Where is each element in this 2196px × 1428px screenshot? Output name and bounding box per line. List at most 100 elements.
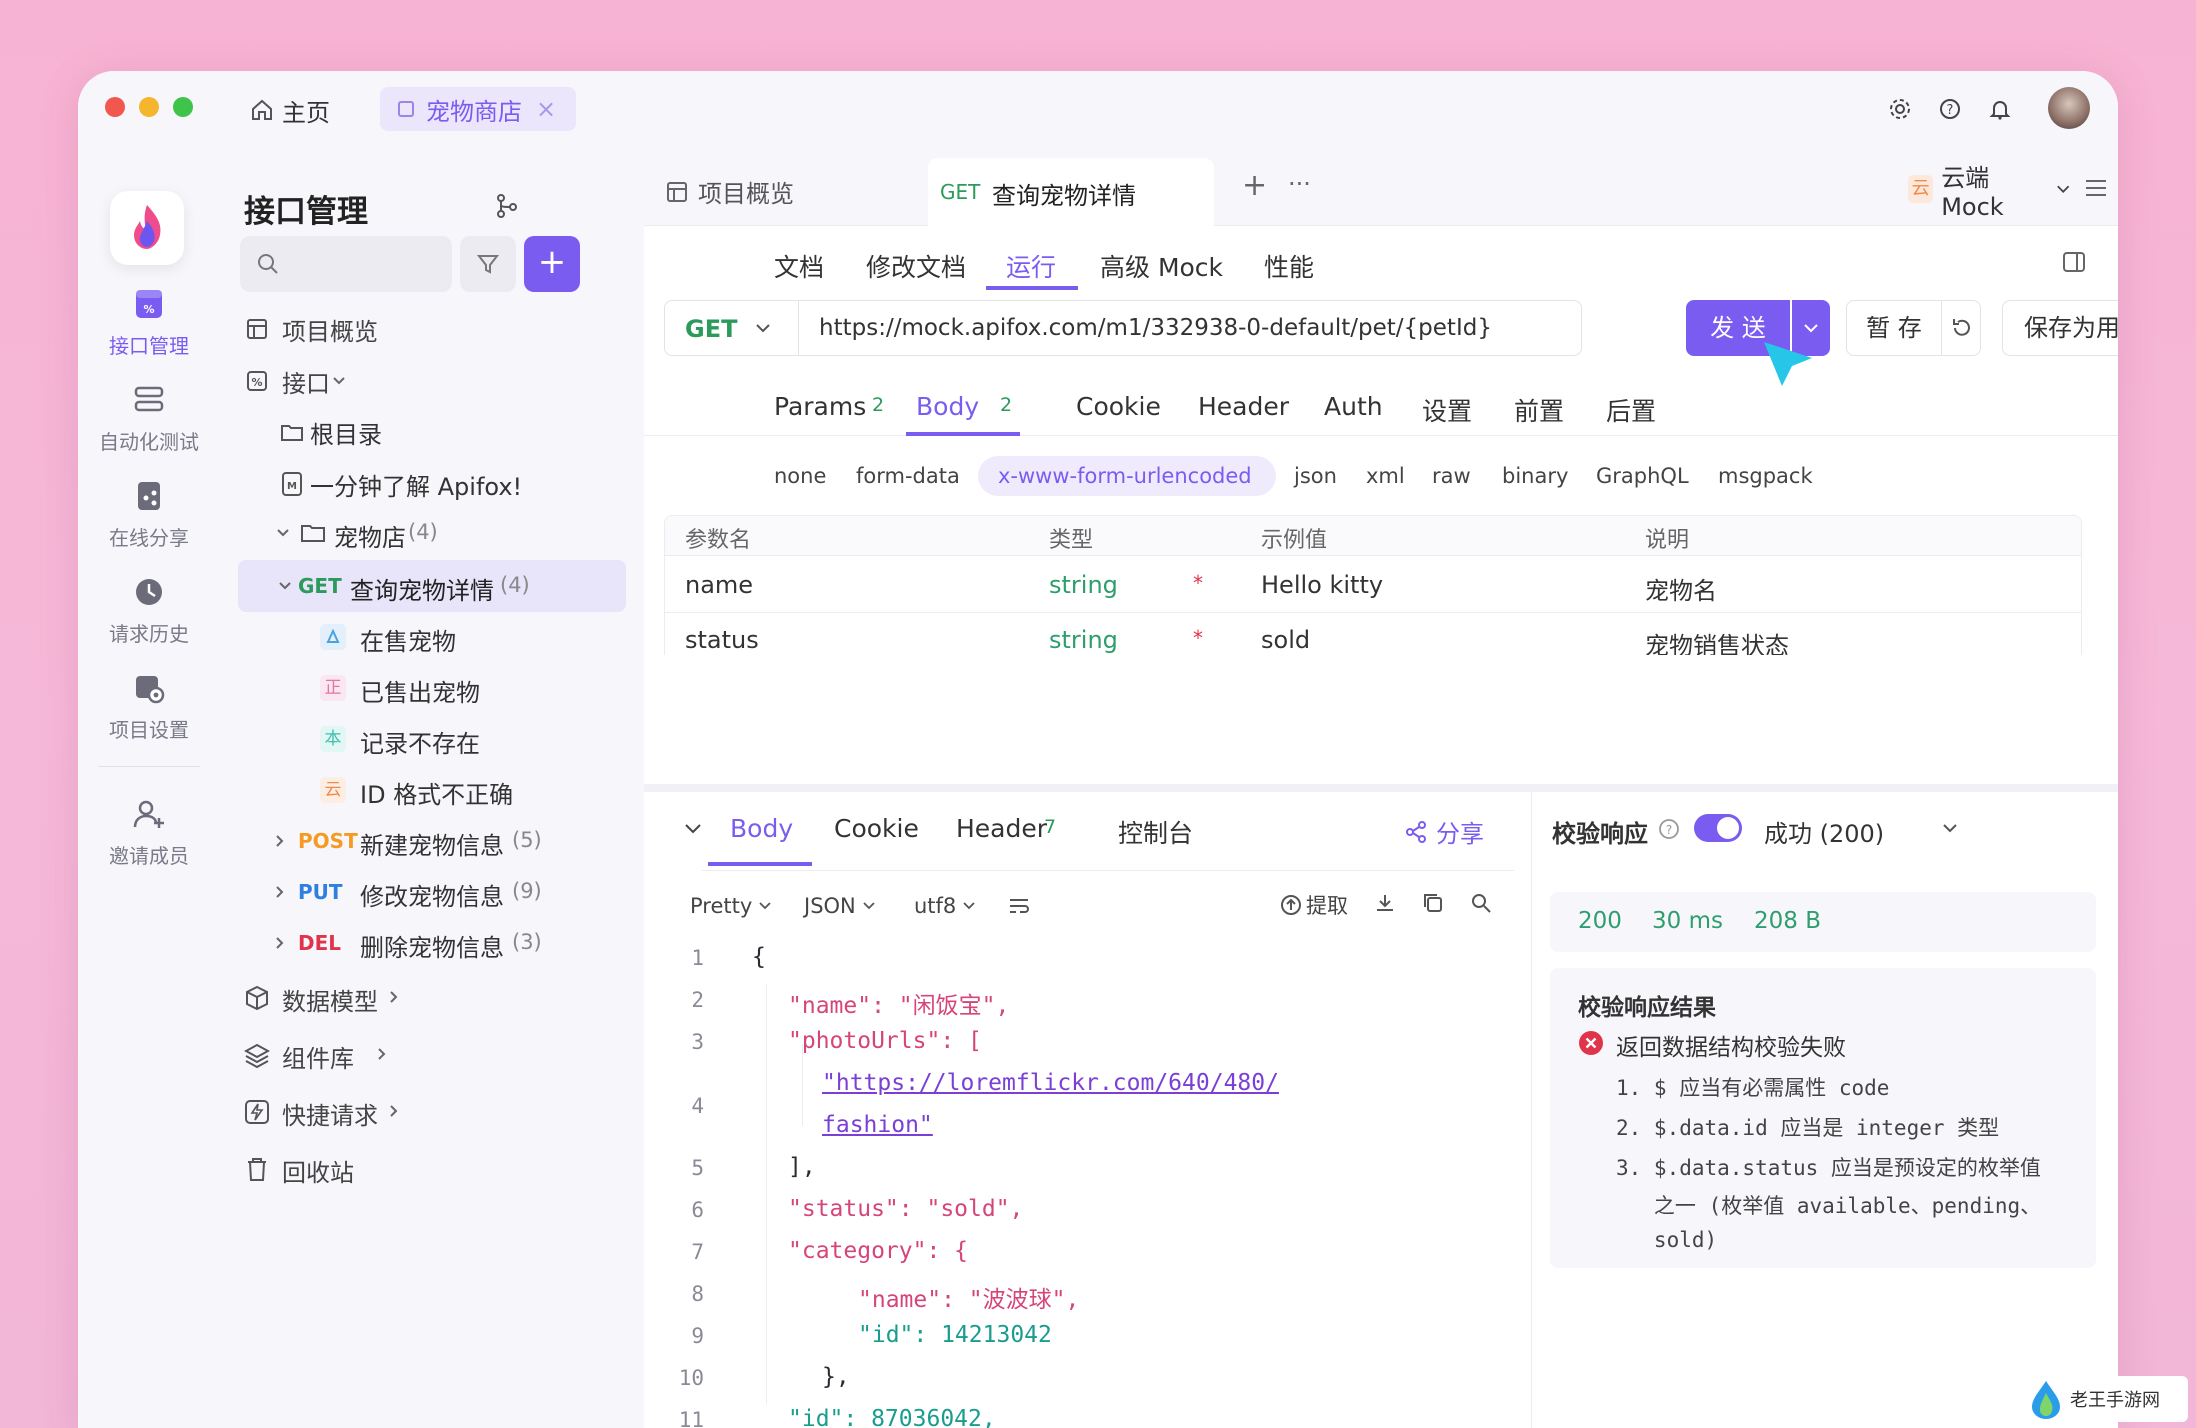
project-tab[interactable]: 宠物商店 × bbox=[380, 87, 576, 131]
param-tab-body[interactable]: Body bbox=[916, 392, 979, 421]
subtab-edit-doc[interactable]: 修改文档 bbox=[866, 248, 966, 284]
response-tab-header[interactable]: Header bbox=[956, 814, 1047, 843]
tree-endpoint-put[interactable]: PUT 修改宠物信息 (9) bbox=[220, 867, 644, 917]
param-tab-auth[interactable]: Auth bbox=[1324, 392, 1383, 421]
tree-item-selected-endpoint[interactable]: GET 查询宠物详情 (4) bbox=[238, 560, 626, 612]
rail-item-invite[interactable]: 邀请成员 bbox=[78, 796, 220, 869]
param-tab-params[interactable]: Params bbox=[774, 392, 866, 421]
param-tab-settings[interactable]: 设置 bbox=[1422, 392, 1472, 428]
rail-item-automation[interactable]: 自动化测试 bbox=[78, 382, 220, 455]
encoding-select[interactable]: utf8 bbox=[914, 888, 976, 924]
subtab-doc[interactable]: 文档 bbox=[774, 248, 824, 284]
user-avatar[interactable] bbox=[2048, 87, 2090, 129]
validation-toggle[interactable] bbox=[1694, 814, 1742, 842]
response-code-editor[interactable]: 1 { 2 "name": "闲饭宝", 3 "photoUrls": [ 4 … bbox=[644, 932, 1532, 1428]
rail-item-history[interactable]: 请求历史 bbox=[78, 574, 220, 647]
save-as-case-button[interactable]: 保存为用例 bbox=[2002, 300, 2118, 356]
more-tabs-button[interactable]: ··· bbox=[1288, 170, 1311, 198]
param-example[interactable]: sold bbox=[1261, 626, 1310, 654]
tree-item-intro-doc[interactable]: M 一分钟了解 Apifox! bbox=[220, 457, 644, 507]
tree-case-not-exist[interactable]: 本 记录不存在 bbox=[220, 714, 644, 764]
param-description[interactable]: 宠物名 bbox=[1645, 571, 1717, 606]
param-example[interactable]: Hello kitty bbox=[1261, 571, 1383, 599]
chevron-down-icon[interactable] bbox=[1942, 822, 1958, 834]
notification-bell-icon[interactable] bbox=[1988, 97, 2012, 121]
body-type-graphql[interactable]: GraphQL bbox=[1596, 464, 1689, 488]
body-type-raw[interactable]: raw bbox=[1432, 464, 1471, 488]
environment-select[interactable]: 云 云端 Mock bbox=[1908, 164, 2070, 221]
rail-item-api-management[interactable]: % 接口管理 bbox=[78, 286, 220, 359]
json-select[interactable]: JSON bbox=[804, 888, 876, 924]
wrap-lines-icon[interactable] bbox=[1008, 896, 1030, 916]
table-row[interactable]: status string * sold 宠物销售状态 bbox=[665, 614, 2081, 655]
tab-active-endpoint[interactable]: GET 查询宠物详情 bbox=[928, 158, 1214, 228]
method-select[interactable]: GET bbox=[665, 301, 799, 355]
tree-case-bad-id[interactable]: 云 ID 格式不正确 bbox=[220, 765, 644, 815]
branch-icon[interactable] bbox=[494, 193, 520, 219]
subtab-performance[interactable]: 性能 bbox=[1264, 248, 1314, 284]
body-type-none[interactable]: none bbox=[774, 464, 826, 488]
close-tab-icon[interactable]: × bbox=[536, 95, 556, 123]
filter-button[interactable] bbox=[460, 236, 516, 292]
split-panel-icon[interactable] bbox=[2062, 250, 2086, 274]
close-window-button[interactable] bbox=[105, 97, 125, 117]
param-type[interactable]: string bbox=[1049, 571, 1118, 599]
tree-case-sold[interactable]: 正 已售出宠物 bbox=[220, 663, 644, 713]
tree-section-data-model[interactable]: 数据模型 bbox=[220, 972, 644, 1022]
settings-gear-icon[interactable] bbox=[1888, 97, 1912, 121]
search-icon[interactable] bbox=[1470, 892, 1492, 914]
minimize-window-button[interactable] bbox=[139, 97, 159, 117]
tree-endpoint-post[interactable]: POST 新建宠物信息 (5) bbox=[220, 816, 644, 866]
body-type-msgpack[interactable]: msgpack bbox=[1718, 464, 1813, 488]
rail-item-online-share[interactable]: 在线分享 bbox=[78, 478, 220, 551]
tree-case-on-sale[interactable]: 在售宠物 bbox=[220, 612, 644, 662]
tree-item-pet-folder[interactable]: 宠物店 (4) bbox=[220, 508, 644, 558]
body-type-form-data[interactable]: form-data bbox=[856, 464, 960, 488]
download-icon[interactable] bbox=[1374, 892, 1396, 914]
table-row[interactable]: name string * Hello kitty 宠物名 bbox=[665, 557, 2081, 613]
body-type-xml[interactable]: xml bbox=[1366, 464, 1405, 488]
tree-item-root-dir[interactable]: 根目录 bbox=[220, 405, 644, 455]
url-input[interactable]: https://mock.apifox.com/m1/332938-0-defa… bbox=[819, 315, 1492, 341]
subtab-run[interactable]: 运行 bbox=[1006, 248, 1056, 284]
body-type-json[interactable]: json bbox=[1294, 464, 1337, 488]
tree-item-overview[interactable]: 项目概览 bbox=[220, 302, 644, 352]
help-icon[interactable]: ? bbox=[1658, 818, 1680, 840]
rail-item-project-settings[interactable]: 项目设置 bbox=[78, 670, 220, 743]
validation-result-select[interactable]: 成功 (200) bbox=[1764, 814, 1884, 849]
add-api-button[interactable]: + bbox=[524, 236, 580, 292]
new-tab-button[interactable]: + bbox=[1242, 168, 1267, 203]
code-line[interactable]: fashion" bbox=[822, 1112, 933, 1138]
param-tab-cookie[interactable]: Cookie bbox=[1076, 392, 1161, 421]
tree-endpoint-delete[interactable]: DEL 删除宠物信息 (3) bbox=[220, 918, 644, 968]
search-box[interactable] bbox=[240, 236, 452, 292]
collapse-chevron-icon[interactable] bbox=[684, 822, 702, 836]
maximize-window-button[interactable] bbox=[173, 97, 193, 117]
body-type-urlencoded[interactable]: x-www-form-urlencoded bbox=[998, 464, 1252, 488]
code-line[interactable]: "https://loremflickr.com/640/480/ bbox=[822, 1070, 1279, 1096]
share-button[interactable]: 分享 bbox=[1404, 814, 1484, 849]
param-name[interactable]: name bbox=[685, 571, 753, 599]
tree-section-quick-request[interactable]: 快捷请求 bbox=[220, 1086, 644, 1136]
pretty-select[interactable]: Pretty bbox=[690, 888, 772, 924]
panel-splitter[interactable] bbox=[644, 784, 2118, 792]
extract-button[interactable]: 提取 bbox=[1280, 890, 1348, 920]
menu-icon[interactable] bbox=[2084, 178, 2108, 198]
subtab-advanced-mock[interactable]: 高级 Mock bbox=[1100, 248, 1223, 284]
body-type-binary[interactable]: binary bbox=[1502, 464, 1568, 488]
param-tab-pre[interactable]: 前置 bbox=[1514, 392, 1564, 428]
response-tab-cookie[interactable]: Cookie bbox=[834, 814, 919, 843]
copy-icon[interactable] bbox=[1422, 892, 1444, 914]
help-icon[interactable]: ? bbox=[1938, 97, 1962, 121]
param-name[interactable]: status bbox=[685, 626, 759, 654]
home-tab[interactable]: 主页 bbox=[250, 93, 330, 127]
tree-section-trash[interactable]: 回收站 bbox=[220, 1143, 644, 1193]
tree-section-components[interactable]: 组件库 bbox=[220, 1029, 644, 1079]
tab-project-overview[interactable]: 项目概览 bbox=[666, 174, 794, 209]
param-description[interactable]: 宠物销售状态 bbox=[1645, 626, 1789, 655]
reset-button[interactable] bbox=[1941, 300, 1981, 356]
response-tab-console[interactable]: 控制台 bbox=[1118, 814, 1193, 850]
param-tab-header[interactable]: Header bbox=[1198, 392, 1289, 421]
save-draft-button[interactable]: 暂 存 bbox=[1846, 300, 1942, 356]
param-type[interactable]: string bbox=[1049, 626, 1118, 654]
